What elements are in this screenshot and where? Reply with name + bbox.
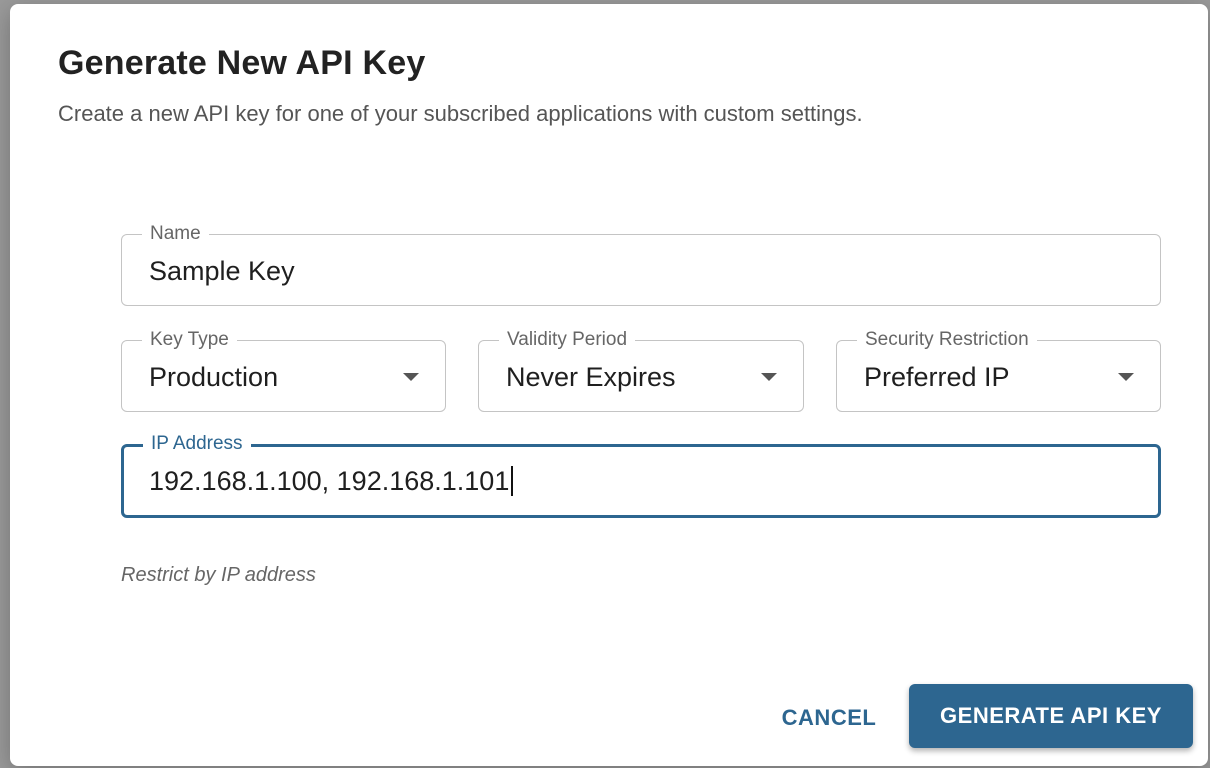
- name-field-label: Name: [142, 222, 209, 246]
- security-restriction-value: Preferred IP: [864, 362, 1010, 392]
- key-type-select[interactable]: Key Type Production: [121, 328, 446, 412]
- key-type-value: Production: [149, 362, 279, 392]
- ip-address-input[interactable]: 192.168.1.100, 192.168.1.101: [149, 465, 514, 497]
- generate-api-key-dialog: Generate New API Key Create a new API ke…: [10, 4, 1208, 766]
- validity-period-label: Validity Period: [499, 328, 636, 352]
- caret-down-icon[interactable]: [1118, 373, 1134, 381]
- text-cursor: [511, 466, 514, 496]
- ip-address-label: IP Address: [143, 432, 251, 456]
- key-type-label: Key Type: [142, 328, 237, 352]
- dialog-title: Generate New API Key: [58, 44, 426, 82]
- cancel-button[interactable]: CANCEL: [770, 698, 888, 738]
- generate-api-key-button[interactable]: GENERATE API KEY: [909, 684, 1193, 748]
- security-restriction-select[interactable]: Security Restriction Preferred IP: [836, 328, 1161, 412]
- ip-address-helper-text: Restrict by IP address: [121, 564, 316, 586]
- security-restriction-label: Security Restriction: [857, 328, 1037, 352]
- caret-down-icon[interactable]: [761, 373, 777, 381]
- validity-period-select[interactable]: Validity Period Never Expires: [478, 328, 804, 412]
- name-field-value[interactable]: Sample Key: [149, 255, 295, 287]
- ip-address-field[interactable]: IP Address 192.168.1.100, 192.168.1.101: [121, 432, 1161, 518]
- caret-down-icon[interactable]: [403, 373, 419, 381]
- ip-address-value: 192.168.1.100, 192.168.1.101: [149, 466, 510, 496]
- validity-period-value: Never Expires: [506, 362, 676, 392]
- dialog-subtitle: Create a new API key for one of your sub…: [58, 101, 863, 126]
- name-field[interactable]: Name Sample Key: [121, 222, 1161, 306]
